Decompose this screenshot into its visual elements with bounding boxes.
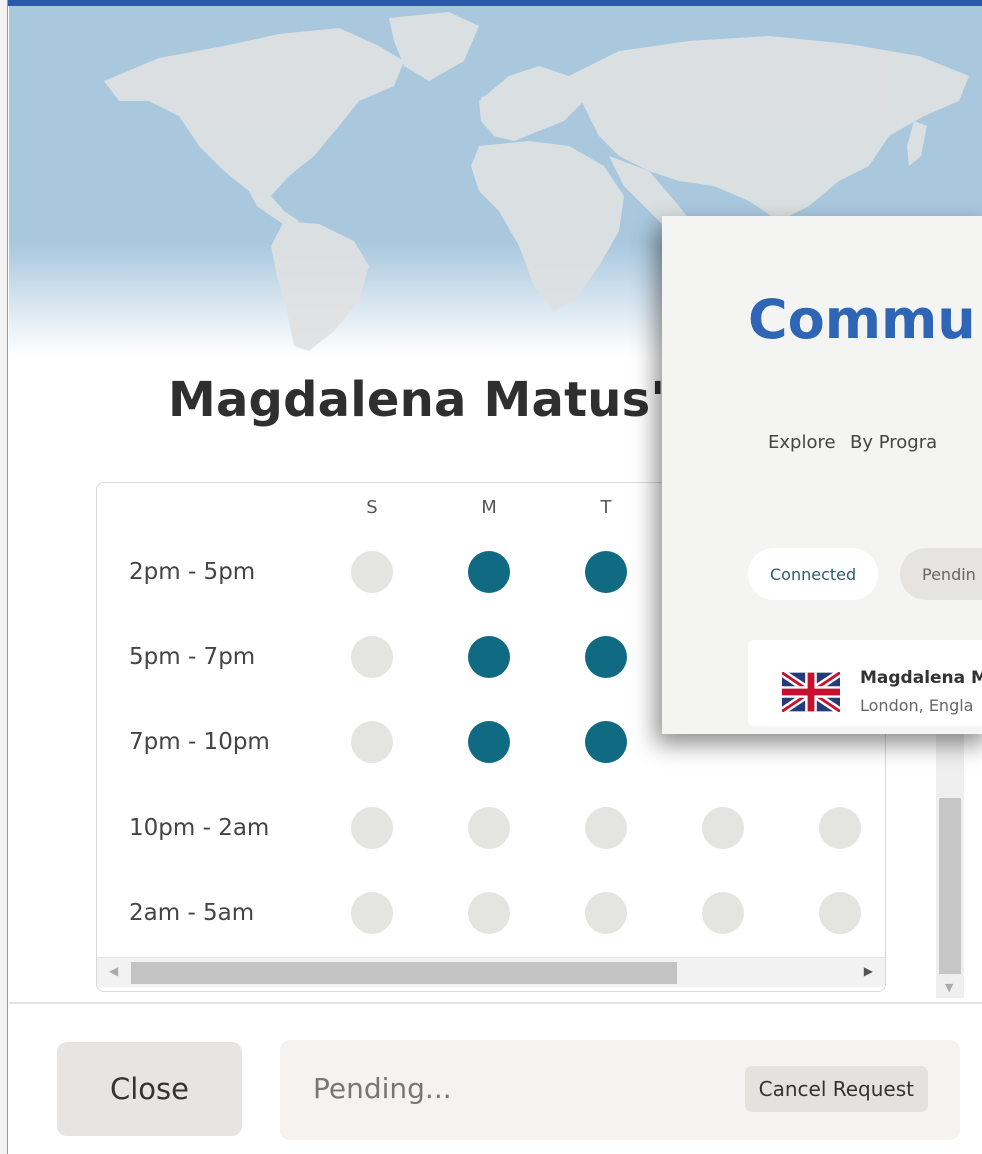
vertical-scrollbar-thumb[interactable] <box>939 798 961 974</box>
modal-footer: Close Pending... Cancel Request <box>9 1002 982 1154</box>
availability-dot-available <box>468 636 510 678</box>
time-slot-label: 10pm - 2am <box>129 815 270 841</box>
community-panel-overlay: Commu Explore By Progra Connected Pendin… <box>662 216 982 734</box>
availability-dot-unavailable <box>819 892 861 934</box>
availability-dot-available <box>585 636 627 678</box>
time-slot-label: 7pm - 10pm <box>129 729 270 755</box>
page: Magdalena Matus' S M T 2pm - 5pm 5pm - 7… <box>0 0 982 1154</box>
close-button[interactable]: Close <box>57 1042 242 1136</box>
availability-dot-unavailable <box>585 892 627 934</box>
member-location: London, Engla <box>860 696 974 715</box>
horizontal-scrollbar[interactable]: ◀ ▶ <box>97 957 885 987</box>
horizontal-scrollbar-thumb[interactable] <box>131 962 677 984</box>
request-status-bar: Pending... Cancel Request <box>280 1040 960 1140</box>
window-left-border <box>0 0 8 1154</box>
day-header-tuesday: T <box>600 497 612 518</box>
arrow-right-icon[interactable]: ▶ <box>864 964 873 978</box>
time-slot-label: 5pm - 7pm <box>129 644 256 670</box>
availability-dot-unavailable <box>819 807 861 849</box>
availability-dot-unavailable <box>468 807 510 849</box>
availability-dot-available <box>585 551 627 593</box>
schedule-modal-title: Magdalena Matus' <box>168 372 666 428</box>
cancel-request-button[interactable]: Cancel Request <box>744 1066 928 1112</box>
availability-dot-unavailable <box>351 892 393 934</box>
pending-status-text: Pending... <box>313 1072 452 1105</box>
availability-dot-unavailable <box>351 636 393 678</box>
nav-link-by-program[interactable]: By Progra <box>850 432 937 453</box>
vertical-scrollbar[interactable]: ▼ <box>936 730 964 998</box>
availability-dot-unavailable <box>468 892 510 934</box>
availability-dot-unavailable <box>351 721 393 763</box>
arrow-down-icon[interactable]: ▼ <box>945 981 953 994</box>
arrow-left-icon[interactable]: ◀ <box>109 964 118 978</box>
uk-flag-icon <box>782 672 840 712</box>
filter-chip-pending[interactable]: Pendin <box>900 548 982 600</box>
day-header-sunday: S <box>366 497 378 518</box>
availability-dot-available <box>468 721 510 763</box>
availability-dot-unavailable <box>702 807 744 849</box>
availability-dot-unavailable <box>585 807 627 849</box>
availability-dot-available <box>468 551 510 593</box>
time-slot-label: 2am - 5am <box>129 900 255 926</box>
nav-link-explore[interactable]: Explore <box>768 432 836 453</box>
availability-dot-unavailable <box>702 892 744 934</box>
availability-dot-unavailable <box>351 551 393 593</box>
time-slot-label: 2pm - 5pm <box>129 559 256 585</box>
availability-dot-available <box>585 721 627 763</box>
filter-chip-connected[interactable]: Connected <box>748 548 879 600</box>
member-card[interactable]: Magdalena M London, Engla <box>748 640 982 726</box>
community-title: Commu <box>748 288 976 351</box>
day-header-monday: M <box>481 497 497 518</box>
availability-dot-unavailable <box>351 807 393 849</box>
member-name: Magdalena M <box>860 668 982 688</box>
